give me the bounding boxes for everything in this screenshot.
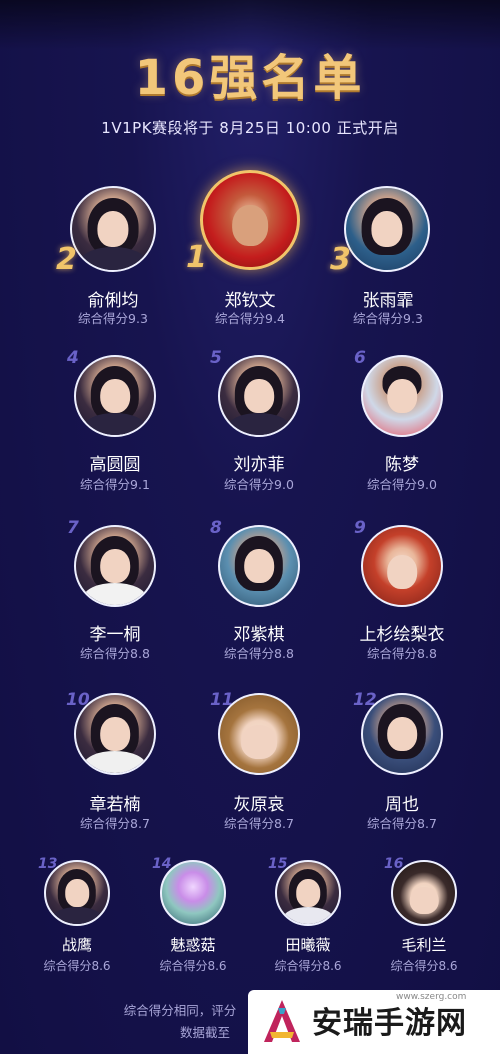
contestant-score: 综合得分8.7: [80, 816, 150, 831]
contestant-score: 综合得分8.8: [367, 646, 437, 661]
contestant-score: 综合得分9.4: [215, 311, 285, 326]
avatar: [74, 355, 156, 437]
contestant-name: 上杉绘梨衣: [359, 625, 445, 645]
contestant-name: 章若楠: [89, 795, 141, 815]
contestant-name: 陈梦: [385, 455, 419, 475]
contestant-score: 综合得分9.3: [78, 311, 148, 326]
rank-number: 7: [67, 518, 79, 538]
contestant-name: 灰原哀: [233, 795, 285, 815]
contestant-name: 刘亦菲: [233, 455, 285, 475]
contestant-score: 综合得分9.0: [367, 477, 437, 492]
avatar: [361, 693, 443, 775]
contestant-score: 综合得分8.7: [367, 816, 437, 831]
avatar: [344, 186, 430, 272]
contestant-score: 综合得分8.8: [224, 646, 294, 661]
avatar: [74, 525, 156, 607]
contestant-score: 综合得分9.0: [224, 477, 294, 492]
watermark-text: 安瑞手游网: [312, 1006, 467, 1041]
page-subtitle: 1V1PK赛段将于 8月25日 10:00 正式开启: [101, 119, 399, 137]
avatar: [200, 170, 300, 270]
rank-medal: 1: [186, 240, 207, 275]
rank-medal: 2: [56, 242, 77, 277]
contestant-name: 高圆圆: [89, 455, 141, 475]
contestant-score: 综合得分8.8: [80, 646, 150, 661]
contestant-score: 综合得分8.7: [224, 816, 294, 831]
avatar: [70, 186, 156, 272]
rank-number: 9: [354, 518, 366, 538]
rank-number: 8: [210, 518, 222, 538]
contestant-score: 综合得分9.1: [80, 477, 150, 492]
rank-number: 5: [210, 348, 222, 368]
avatar: [160, 860, 226, 926]
site-logo-icon: [264, 1000, 300, 1042]
avatar: [74, 693, 156, 775]
rank-medal: 3: [330, 242, 351, 277]
contestant-score: 综合得分9.3: [353, 311, 423, 326]
site-watermark: www.szerg.com 安瑞手游网: [248, 990, 500, 1054]
rank-number: 4: [67, 348, 79, 368]
contestant-name: 李一桐: [89, 625, 141, 645]
avatar: [391, 860, 457, 926]
contestant-score: 综合得分8.6: [390, 959, 458, 973]
avatar: [218, 693, 300, 775]
avatar: [275, 860, 341, 926]
contestant-name: 邓紫棋: [233, 625, 285, 645]
avatar: [361, 525, 443, 607]
avatar: [218, 355, 300, 437]
contestant-name: 毛利兰: [401, 936, 447, 954]
avatar: [361, 355, 443, 437]
rank-number: 6: [354, 348, 366, 368]
page-title: 16强名单: [134, 50, 366, 106]
avatar: [44, 860, 110, 926]
contestant-name: 周也: [385, 795, 419, 815]
avatar: [218, 525, 300, 607]
